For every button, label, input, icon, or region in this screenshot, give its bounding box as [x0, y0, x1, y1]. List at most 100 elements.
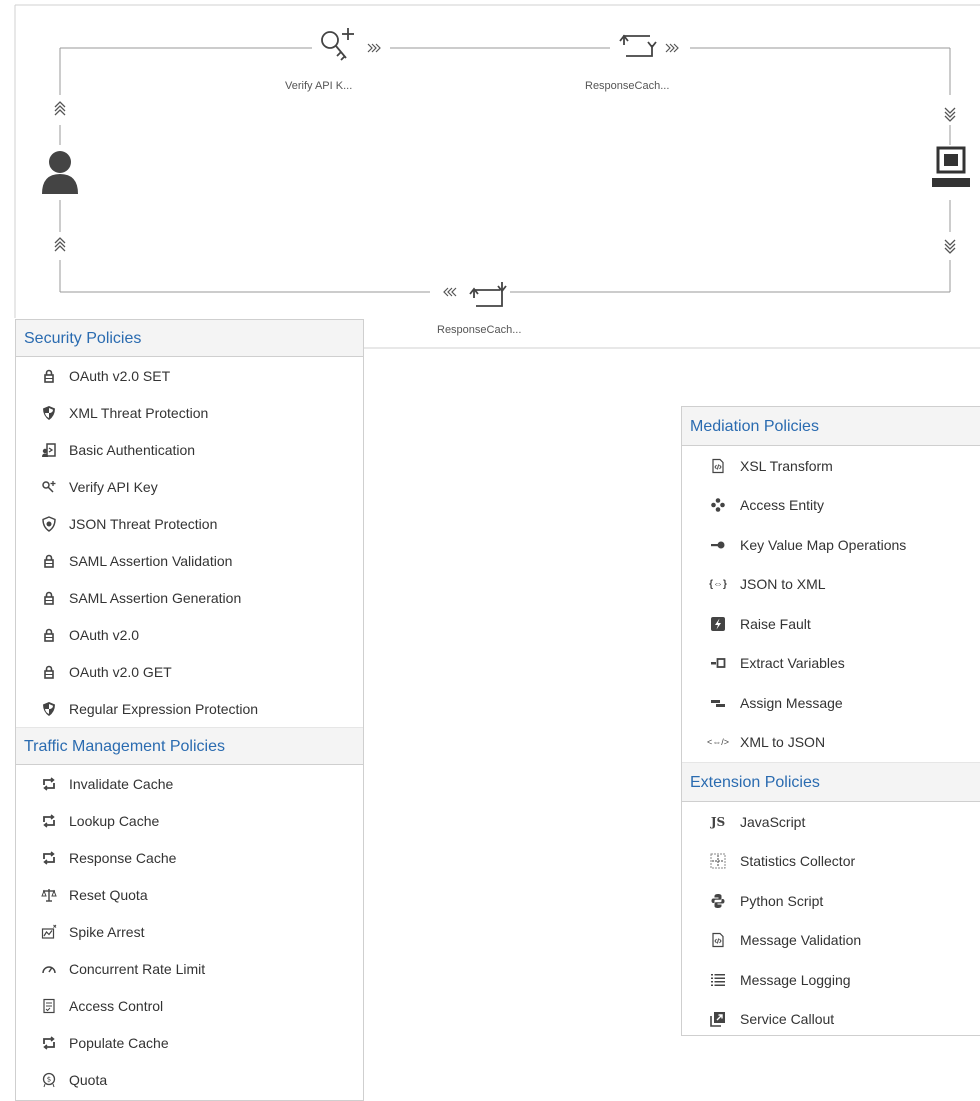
- policy-item[interactable]: Response Cache: [16, 839, 363, 876]
- flow-canvas: [14, 4, 980, 349]
- policy-label: JavaScript: [740, 813, 806, 830]
- lock-icon: [39, 588, 59, 608]
- bolt-icon: [708, 614, 728, 634]
- policy-label: Reset Quota: [69, 886, 148, 903]
- policy-item[interactable]: Reset Quota: [16, 876, 363, 913]
- policy-item[interactable]: XML Threat Protection: [16, 394, 363, 431]
- callout-icon: [708, 1009, 728, 1029]
- policy-label: XML Threat Protection: [69, 404, 209, 421]
- login-icon: [39, 440, 59, 460]
- policy-label: Access Entity: [740, 497, 825, 514]
- policy-item[interactable]: Invalidate Cache: [16, 765, 363, 802]
- js-icon: JS: [710, 814, 726, 829]
- code-doc-icon: [708, 930, 728, 950]
- request-flow-line: [59, 47, 951, 145]
- cache-icon[interactable]: [469, 282, 507, 307]
- python-icon: [708, 891, 728, 911]
- section-header-extension[interactable]: Extension Policies: [682, 762, 980, 802]
- policy-item[interactable]: JSON Threat Protection: [16, 505, 363, 542]
- policy-label: SAML Assertion Generation: [69, 589, 242, 606]
- policy-label: Raise Fault: [740, 615, 811, 632]
- policy-item[interactable]: Service Callout: [682, 1000, 980, 1036]
- policy-label: Response Cache: [69, 849, 177, 866]
- policy-item[interactable]: Key Value Map Operations: [682, 525, 980, 565]
- policy-label: OAuth v2.0 GET: [69, 663, 172, 680]
- section-header-traffic[interactable]: Traffic Management Policies: [16, 727, 363, 765]
- policy-label: Access Control: [69, 997, 164, 1014]
- policy-item[interactable]: Python Script: [682, 881, 980, 921]
- policy-label: OAuth v2.0 SET: [69, 367, 171, 384]
- policy-label: Key Value Map Operations: [740, 536, 907, 553]
- xml-icon: <⇔/>: [707, 737, 730, 748]
- policy-label: Extract Variables: [740, 655, 845, 672]
- policy-item[interactable]: Access Control: [16, 987, 363, 1024]
- policy-label: Basic Authentication: [69, 441, 196, 458]
- extract-icon: [708, 653, 728, 673]
- cache-icon[interactable]: [619, 34, 657, 57]
- policy-label: Message Validation: [740, 932, 862, 949]
- policy-label: OAuth v2.0: [69, 626, 140, 643]
- policy-label: Populate Cache: [69, 1034, 169, 1051]
- policy-item[interactable]: SAML Assertion Generation: [16, 579, 363, 616]
- quota-icon: $: [39, 1070, 59, 1090]
- policy-label: XML to JSON: [740, 734, 826, 751]
- key-icon: [39, 477, 59, 497]
- policy-item[interactable]: OAuth v2.0 GET: [16, 653, 363, 690]
- policy-label: JSON to XML: [740, 576, 826, 593]
- cache-icon: [39, 811, 59, 831]
- policy-label: Regular Expression Protection: [69, 700, 259, 717]
- policy-item[interactable]: Basic Authentication: [16, 431, 363, 468]
- gauge-icon: [39, 959, 59, 979]
- flow-policy-label[interactable]: ResponseCach...: [585, 80, 669, 92]
- flow-policy-label[interactable]: Verify API K...: [285, 80, 352, 92]
- down-chevron-icon: [944, 239, 956, 254]
- policy-label: Service Callout: [740, 1011, 835, 1028]
- policy-label: Message Logging: [740, 971, 851, 988]
- assign-icon: [708, 693, 728, 713]
- policy-item[interactable]: $ Quota: [16, 1061, 363, 1098]
- policy-item[interactable]: SAML Assertion Validation: [16, 542, 363, 579]
- policy-item[interactable]: Raise Fault: [682, 604, 980, 644]
- policy-item[interactable]: Verify API Key: [16, 468, 363, 505]
- cache-icon: [39, 848, 59, 868]
- policy-item[interactable]: Message Validation: [682, 921, 980, 961]
- policy-label: Quota: [69, 1071, 108, 1088]
- right-chevron-icon: [665, 43, 679, 53]
- entity-icon: [708, 495, 728, 515]
- policy-label: Assign Message: [740, 694, 843, 711]
- right-chevron-icon: [367, 43, 381, 53]
- lock-icon: [39, 625, 59, 645]
- lock-icon: [39, 366, 59, 386]
- policy-item[interactable]: Spike Arrest: [16, 913, 363, 950]
- policy-item[interactable]: Lookup Cache: [16, 802, 363, 839]
- policy-item[interactable]: Message Logging: [682, 960, 980, 1000]
- policy-item[interactable]: Regular Expression Protection: [16, 690, 363, 727]
- policy-item[interactable]: <⇔/> XML to JSON: [682, 723, 980, 763]
- policy-item[interactable]: Statistics Collector: [682, 842, 980, 882]
- policy-item[interactable]: Extract Variables: [682, 644, 980, 684]
- section-header-mediation[interactable]: Mediation Policies: [682, 407, 980, 446]
- scale-icon: [39, 885, 59, 905]
- policy-label: Spike Arrest: [69, 923, 145, 940]
- flow-policy-label[interactable]: ResponseCach...: [437, 324, 521, 336]
- policy-item[interactable]: Access Entity: [682, 486, 980, 526]
- policy-item[interactable]: OAuth v2.0: [16, 616, 363, 653]
- policy-item[interactable]: Assign Message: [682, 683, 980, 723]
- policy-item[interactable]: Populate Cache: [16, 1024, 363, 1061]
- policy-item[interactable]: XSL Transform: [682, 446, 980, 486]
- section-header-security[interactable]: Security Policies: [16, 320, 363, 357]
- verify-key-icon[interactable]: [321, 28, 354, 61]
- policy-item[interactable]: JS JavaScript: [682, 802, 980, 842]
- policy-palette-right: Mediation Policies XSL Transform Access …: [681, 406, 980, 1036]
- svg-text:$: $: [47, 1075, 51, 1083]
- down-chevron-icon: [944, 107, 956, 122]
- policy-label: JSON Threat Protection: [69, 515, 218, 532]
- policy-label: Lookup Cache: [69, 812, 160, 829]
- key-icon: [708, 535, 728, 555]
- stats-icon: [708, 851, 728, 871]
- policy-item[interactable]: Concurrent Rate Limit: [16, 950, 363, 987]
- policy-item[interactable]: OAuth v2.0 SET: [16, 357, 363, 394]
- policy-item[interactable]: {⇔} JSON to XML: [682, 565, 980, 605]
- cache-icon: [39, 774, 59, 794]
- policy-label: Invalidate Cache: [69, 775, 174, 792]
